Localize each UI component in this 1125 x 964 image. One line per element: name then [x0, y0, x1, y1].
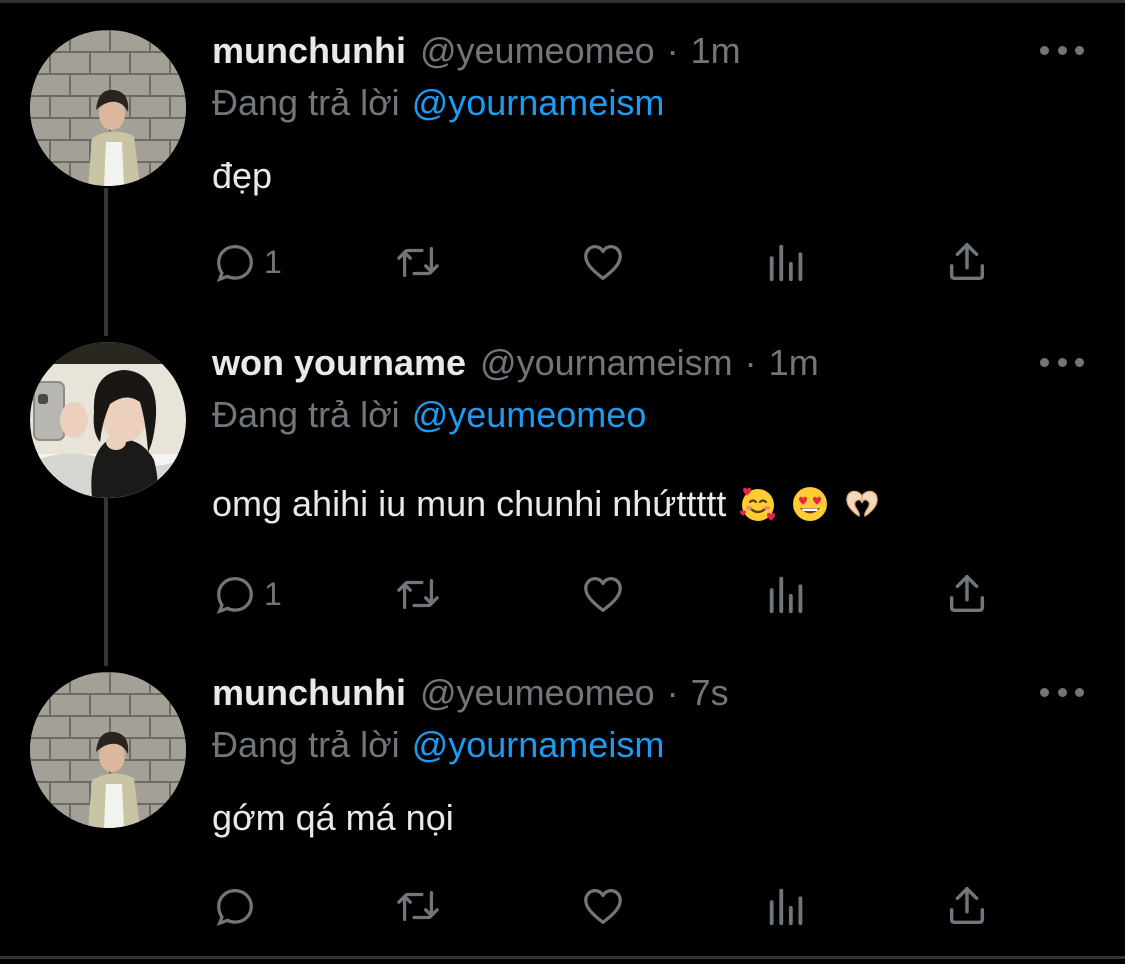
more-icon[interactable]	[1040, 682, 1084, 702]
views-button[interactable]	[764, 570, 810, 618]
tweet-actions: 1	[0, 570, 1125, 618]
replying-to: Đang trả lời @yournameism	[212, 724, 664, 766]
separator-dot: ·	[666, 672, 679, 713]
reply-icon	[216, 245, 253, 283]
reply-button[interactable]: 1	[212, 570, 282, 618]
share-icon	[949, 243, 985, 281]
tweet-text: omg ahihi iu mun chunhi nhứttttt	[212, 480, 882, 528]
avatar[interactable]	[30, 672, 186, 828]
reply-count: 1	[264, 575, 282, 612]
display-name[interactable]: munchunhi	[212, 30, 406, 72]
timestamp[interactable]: 7s	[691, 672, 729, 714]
smiling-face-with-hearts-emoji	[740, 487, 776, 521]
retweet-button[interactable]	[395, 882, 441, 930]
replying-to-handle[interactable]: @yournameism	[412, 724, 665, 765]
reply-count: 1	[264, 243, 282, 280]
share-icon	[949, 887, 985, 925]
like-icon	[584, 889, 622, 924]
user-handle[interactable]: @yeumeomeo	[420, 672, 655, 714]
separator-dot: ·	[666, 30, 679, 71]
top-divider	[0, 0, 1125, 3]
views-button[interactable]	[764, 238, 810, 286]
replying-to-label: Đang trả lời	[212, 394, 400, 435]
retweet-button[interactable]	[395, 570, 441, 618]
replying-to: Đang trả lời @yournameism	[212, 82, 664, 124]
share-button[interactable]	[944, 882, 990, 930]
replying-to-handle[interactable]: @yournameism	[412, 82, 665, 123]
retweet-icon	[397, 246, 439, 278]
like-button[interactable]	[580, 570, 626, 618]
like-button[interactable]	[580, 238, 626, 286]
tweet-text: đẹp	[212, 155, 273, 196]
tweet-actions: 1	[0, 238, 1125, 286]
reply-icon	[216, 889, 253, 927]
more-icon[interactable]	[1040, 352, 1084, 372]
bottom-divider	[0, 956, 1125, 959]
share-icon	[949, 575, 985, 613]
retweet-icon	[397, 890, 439, 922]
more-icon[interactable]	[1040, 40, 1084, 60]
avatar[interactable]	[30, 30, 186, 186]
replying-to-label: Đang trả lời	[212, 724, 400, 765]
replying-to: Đang trả lời @yeumeomeo	[212, 394, 646, 436]
share-button[interactable]	[944, 238, 990, 286]
separator-dot: ·	[744, 342, 757, 383]
like-icon	[584, 245, 622, 280]
replying-to-handle[interactable]: @yeumeomeo	[412, 394, 647, 435]
tweet-actions	[0, 882, 1125, 930]
retweet-button[interactable]	[395, 238, 441, 286]
like-button[interactable]	[580, 882, 626, 930]
tweet-text-body: omg ahihi iu mun chunhi nhứttttt	[212, 483, 727, 524]
reply-button[interactable]	[212, 882, 264, 930]
display-name[interactable]: munchunhi	[212, 672, 406, 714]
views-icon	[769, 576, 803, 614]
views-button[interactable]	[764, 882, 810, 930]
timestamp[interactable]: 1m	[691, 30, 741, 72]
views-icon	[769, 244, 803, 282]
user-handle[interactable]: @yournameism	[480, 342, 733, 384]
share-button[interactable]	[944, 570, 990, 618]
timestamp[interactable]: 1m	[769, 342, 819, 384]
avatar[interactable]	[30, 342, 186, 498]
heart-hands-emoji	[846, 490, 879, 517]
display-name[interactable]: won yourname	[212, 342, 466, 384]
heart-eyes-emoji	[793, 487, 828, 521]
reply-button[interactable]: 1	[212, 238, 282, 286]
like-icon	[584, 577, 622, 612]
views-icon	[769, 888, 803, 926]
reply-icon	[216, 577, 253, 615]
tweet-text: gớm qá má nọi	[212, 797, 454, 838]
retweet-icon	[397, 578, 439, 610]
user-handle[interactable]: @yeumeomeo	[420, 30, 655, 72]
replying-to-label: Đang trả lời	[212, 82, 400, 123]
